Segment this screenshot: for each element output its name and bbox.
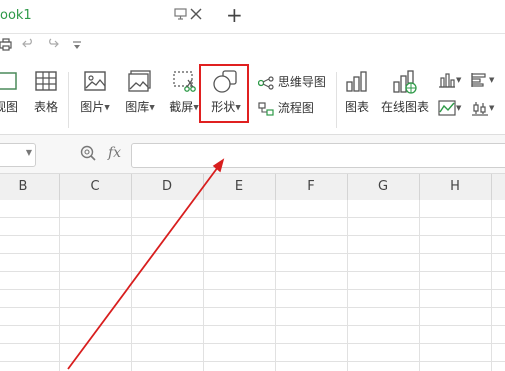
annotation-arrow <box>67 158 225 370</box>
